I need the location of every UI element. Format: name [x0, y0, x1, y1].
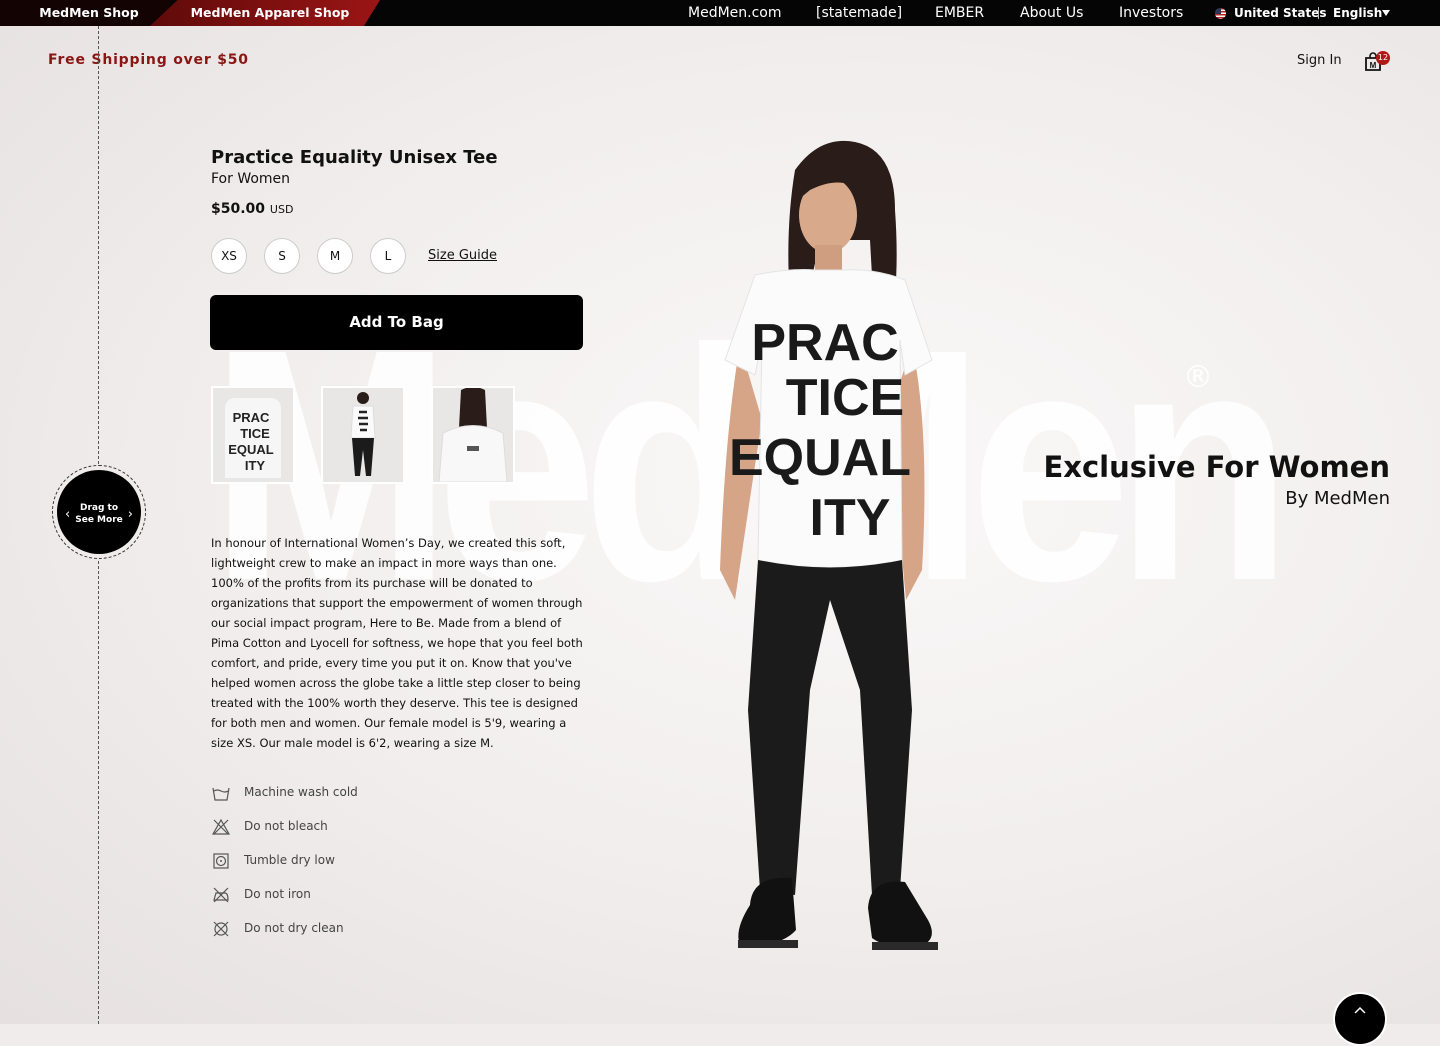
drag-control-inner[interactable]: ‹ Drag to See More › [57, 470, 141, 554]
shirt-print-line1: PRAC [751, 314, 898, 372]
divider [1318, 7, 1319, 19]
top-bar: MedMen Shop MedMen Apparel Shop MedMen.c… [0, 0, 1440, 26]
language-selector[interactable]: English [1333, 0, 1382, 26]
price-currency: USD [269, 203, 294, 216]
size-option-xs[interactable]: XS [211, 238, 247, 274]
product-price: $50.00 USD [211, 201, 293, 217]
nav-investors[interactable]: Investors [1119, 0, 1183, 26]
product-model-image: PRAC TICE EQUAL ITY [720, 140, 938, 950]
size-option-l[interactable]: L [370, 238, 406, 274]
country-selector[interactable]: United States [1234, 0, 1327, 26]
care-label: Machine wash cold [244, 785, 358, 799]
care-label: Do not dry clean [244, 921, 344, 935]
thumbnail-back-view [438, 388, 508, 482]
nav-ember[interactable]: EMBER [935, 0, 984, 26]
shirt-print-line4: ITY [810, 489, 891, 547]
bag-count-badge: 12 [1376, 51, 1390, 65]
no-iron-icon [213, 887, 229, 903]
shirt-print-line3: EQUAL [729, 429, 911, 487]
product-title: Practice Equality Unisex Tee [211, 147, 498, 168]
chevron-up-icon [1354, 1006, 1366, 1014]
chevron-down-icon[interactable] [1382, 10, 1390, 16]
add-to-bag-button[interactable]: Add To Bag [210, 295, 583, 350]
thumbnail-shirt-front: PRAC TICE EQUAL ITY [225, 398, 281, 478]
product-thumbnail-front[interactable]: PRAC TICE EQUAL ITY [211, 386, 295, 484]
size-guide-link[interactable]: Size Guide [428, 248, 497, 263]
product-subtitle: For Women [211, 171, 291, 187]
us-flag-icon [1215, 8, 1226, 19]
chevron-right-icon: › [127, 507, 133, 522]
hero-subtitle: By MedMen [1285, 488, 1390, 509]
wash-icon [212, 787, 230, 801]
care-label: Tumble dry low [244, 853, 335, 867]
thumbnail-print-4: ITY [245, 458, 266, 473]
no-dry-clean-icon [213, 921, 229, 937]
thumbnail-print-2: TICE [240, 426, 270, 441]
size-option-s[interactable]: S [264, 238, 300, 274]
thumbnail-print-3: EQUAL [228, 442, 274, 457]
free-shipping-banner: Free Shipping over $50 [48, 52, 249, 68]
registered-mark: ® [1183, 360, 1213, 395]
hero-title: Exclusive For Women [1043, 450, 1390, 484]
tab-medmen-shop[interactable]: MedMen Shop [0, 0, 170, 26]
no-bleach-icon [211, 818, 231, 835]
sign-in-link[interactable]: Sign In [1297, 53, 1342, 68]
nav-about-us[interactable]: About Us [1020, 0, 1083, 26]
care-label: Do not bleach [244, 819, 328, 833]
tumble-dry-icon [213, 853, 229, 869]
product-thumbnail-full[interactable] [321, 386, 405, 484]
drag-to-see-more-control[interactable]: ‹ Drag to See More › [52, 465, 146, 559]
scroll-to-top-button[interactable] [1333, 992, 1387, 1046]
thumbnail-print-1: PRAC [233, 410, 270, 425]
nav-statemade[interactable]: [statemade] [816, 0, 902, 26]
svg-text:M: M [1370, 61, 1377, 70]
tab-medmen-apparel-shop[interactable]: MedMen Apparel Shop [150, 0, 380, 26]
nav-medmen-com[interactable]: MedMen.com [688, 0, 782, 26]
shirt-print-line2: TICE [786, 369, 904, 427]
product-thumbnail-back[interactable] [431, 386, 515, 484]
thumbnail-model-full [350, 392, 376, 476]
product-description: In honour of International Women’s Day, … [211, 536, 583, 750]
size-option-m[interactable]: M [317, 238, 353, 274]
care-label: Do not iron [244, 887, 311, 901]
price-amount: $50.00 [211, 201, 266, 217]
